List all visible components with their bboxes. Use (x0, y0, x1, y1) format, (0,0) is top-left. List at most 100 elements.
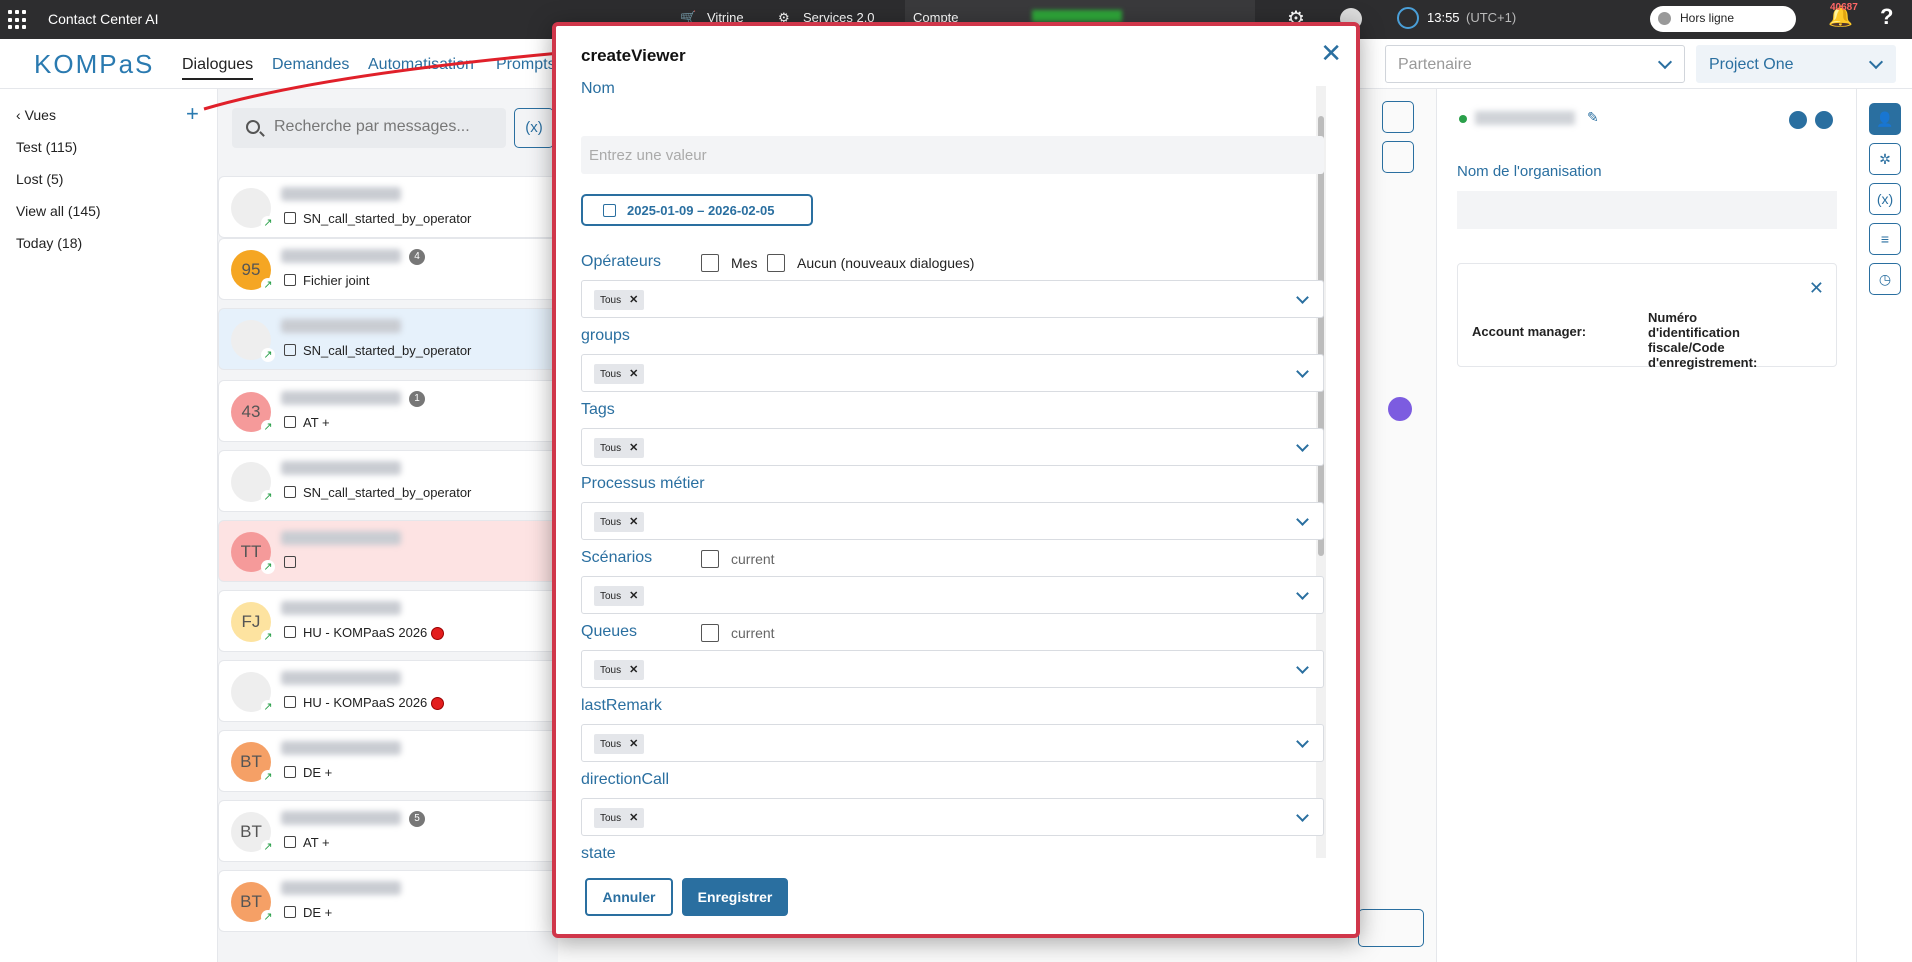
last-message: HU - KOMPaaS 2026 (303, 695, 428, 710)
nom-input[interactable]: Entrez une valeur (581, 136, 1324, 174)
list-item[interactable]: BT ↗ DE + (218, 870, 558, 932)
queues-select[interactable]: Tous ✕ (581, 650, 1324, 688)
date-range-button[interactable]: 2025-01-09 – 2026-02-05 (581, 194, 813, 226)
call-direction-icon: ↗ (261, 630, 275, 644)
processus-select[interactable]: Tous ✕ (581, 502, 1324, 540)
call-direction-icon: ↗ (261, 420, 275, 434)
directioncall-select[interactable]: Tous ✕ (581, 798, 1324, 836)
avatar-initials: FJ (241, 612, 261, 631)
aucun-checkbox[interactable] (767, 254, 785, 272)
chip-tous[interactable]: Tous ✕ (594, 364, 645, 384)
calendar-icon (603, 204, 616, 217)
partner-select[interactable]: Partenaire (1385, 45, 1685, 83)
chip-tous[interactable]: Tous ✕ (594, 438, 645, 458)
views-header-label: Vues (24, 107, 56, 123)
tab-dialogues[interactable]: Dialogues (182, 56, 254, 80)
chip-tous[interactable]: Tous ✕ (594, 290, 645, 310)
last-message: AT + (303, 835, 330, 850)
list-item[interactable]: 95 ↗ Fichier joint 4 (218, 238, 558, 300)
chip-remove-icon: ✕ (629, 738, 639, 750)
chevron-down-icon (1657, 54, 1673, 70)
variables-icon[interactable]: (x) (1869, 183, 1901, 215)
tags-select[interactable]: Tous ✕ (581, 428, 1324, 466)
views-header[interactable]: ‹ Vues (16, 107, 56, 123)
contact-name-blurred (281, 811, 401, 825)
chip-tous[interactable]: Tous ✕ (594, 734, 645, 754)
history-clock-icon[interactable]: ◷ (1869, 263, 1901, 295)
mes-label: Mes (731, 255, 758, 271)
template-button[interactable] (1358, 909, 1424, 947)
help-icon[interactable]: ? (1880, 4, 1893, 30)
queues-current-checkbox[interactable] (701, 624, 719, 642)
tab-prompts[interactable]: Prompts (496, 56, 556, 74)
list-item[interactable]: BT ↗ DE + (218, 730, 558, 792)
list-item[interactable]: FJ ↗ HU - KOMPaaS 2026 (218, 590, 558, 652)
operateurs-select[interactable]: Tous ✕ (581, 280, 1324, 318)
groups-label: groups (581, 327, 630, 344)
mes-checkbox[interactable] (701, 254, 719, 272)
unread-count-badge: 5 (409, 811, 425, 827)
last-message: HU - KOMPaaS 2026 (303, 625, 428, 640)
chip-remove-icon: ✕ (629, 368, 639, 380)
list-item[interactable]: TT ↗ (218, 520, 558, 582)
search-input[interactable]: Recherche par messages... (232, 108, 506, 148)
avatar: BT ↗ (231, 812, 275, 854)
add-view-button[interactable]: + (186, 101, 199, 127)
contact-name (1475, 111, 1575, 125)
scenarios-current-checkbox[interactable] (701, 550, 719, 568)
mail-icon[interactable] (1815, 111, 1833, 129)
chip-tous[interactable]: Tous ✕ (594, 586, 645, 606)
list-item[interactable]: BT ↗ AT + 5 (218, 800, 558, 862)
tab-automatisation[interactable]: Automatisation (368, 56, 474, 74)
org-field[interactable] (1457, 191, 1837, 229)
list-item[interactable]: 43 ↗ AT + 1 (218, 380, 558, 442)
close-icon[interactable]: ✕ (1809, 278, 1824, 299)
view-item-lost[interactable]: Lost (5) (16, 171, 63, 187)
lastremark-select[interactable]: Tous ✕ (581, 724, 1324, 762)
chip-tous[interactable]: Tous ✕ (594, 660, 645, 680)
export-icon[interactable] (1382, 141, 1414, 173)
ai-icon[interactable]: ✲ (1869, 143, 1901, 175)
notification-count: 40687 (1830, 2, 1858, 13)
close-icon[interactable]: ✕ (1320, 40, 1342, 66)
avatar: BT ↗ (231, 742, 275, 784)
scenarios-select[interactable]: Tous ✕ (581, 576, 1324, 614)
list-item[interactable]: ↗ HU - KOMPaaS 2026 (218, 660, 558, 722)
list-item[interactable]: ↗ SN_call_started_by_operator (218, 176, 558, 238)
tax-id-label: Numéro d'identification fiscale/Code d'e… (1648, 310, 1758, 370)
unread-count-badge: 1 (409, 391, 425, 407)
notes-icon[interactable]: ≡ (1869, 223, 1901, 255)
tab-demandes[interactable]: Demandes (272, 56, 349, 74)
contact-name-blurred (281, 249, 401, 263)
project-value: Project One (1709, 56, 1794, 73)
cancel-button[interactable]: Annuler (585, 878, 673, 916)
chip-tous[interactable]: Tous ✕ (594, 808, 645, 828)
project-select[interactable]: Project One (1696, 45, 1896, 83)
apps-grid-icon[interactable] (8, 10, 28, 30)
compass-icon[interactable] (1397, 7, 1419, 29)
phone-icon[interactable] (1789, 111, 1807, 129)
groups-select[interactable]: Tous ✕ (581, 354, 1324, 392)
avatar: BT ↗ (231, 882, 275, 924)
call-direction-icon: ↗ (261, 770, 275, 784)
kompas-logo: KOMPaS (34, 49, 155, 79)
edit-pencil-icon[interactable]: ✎ (1587, 109, 1599, 126)
contact-icon[interactable]: 👤 (1869, 103, 1901, 135)
view-item-today[interactable]: Today (18) (16, 235, 82, 251)
tag-icon[interactable] (1382, 101, 1414, 133)
view-item-view-all[interactable]: View all (145) (16, 203, 101, 219)
view-item-test[interactable]: Test (115) (16, 139, 77, 155)
variable-filter-button[interactable]: (x) (514, 108, 554, 148)
list-item[interactable]: ↗ SN_call_started_by_operator (218, 308, 558, 370)
red-status-dot-icon (431, 627, 445, 641)
chip-remove-icon: ✕ (629, 664, 639, 676)
status-select[interactable]: Hors ligne (1650, 6, 1796, 32)
chevron-down-icon (1296, 513, 1309, 526)
avatar: 95 ↗ (231, 250, 275, 292)
avatar: ↗ (231, 320, 275, 362)
chip-tous[interactable]: Tous ✕ (594, 512, 645, 532)
save-button[interactable]: Enregistrer (682, 878, 788, 916)
avatar-initials: BT (240, 752, 262, 771)
list-item[interactable]: ↗ SN_call_started_by_operator (218, 450, 558, 512)
avatar-initials: 43 (241, 402, 261, 421)
